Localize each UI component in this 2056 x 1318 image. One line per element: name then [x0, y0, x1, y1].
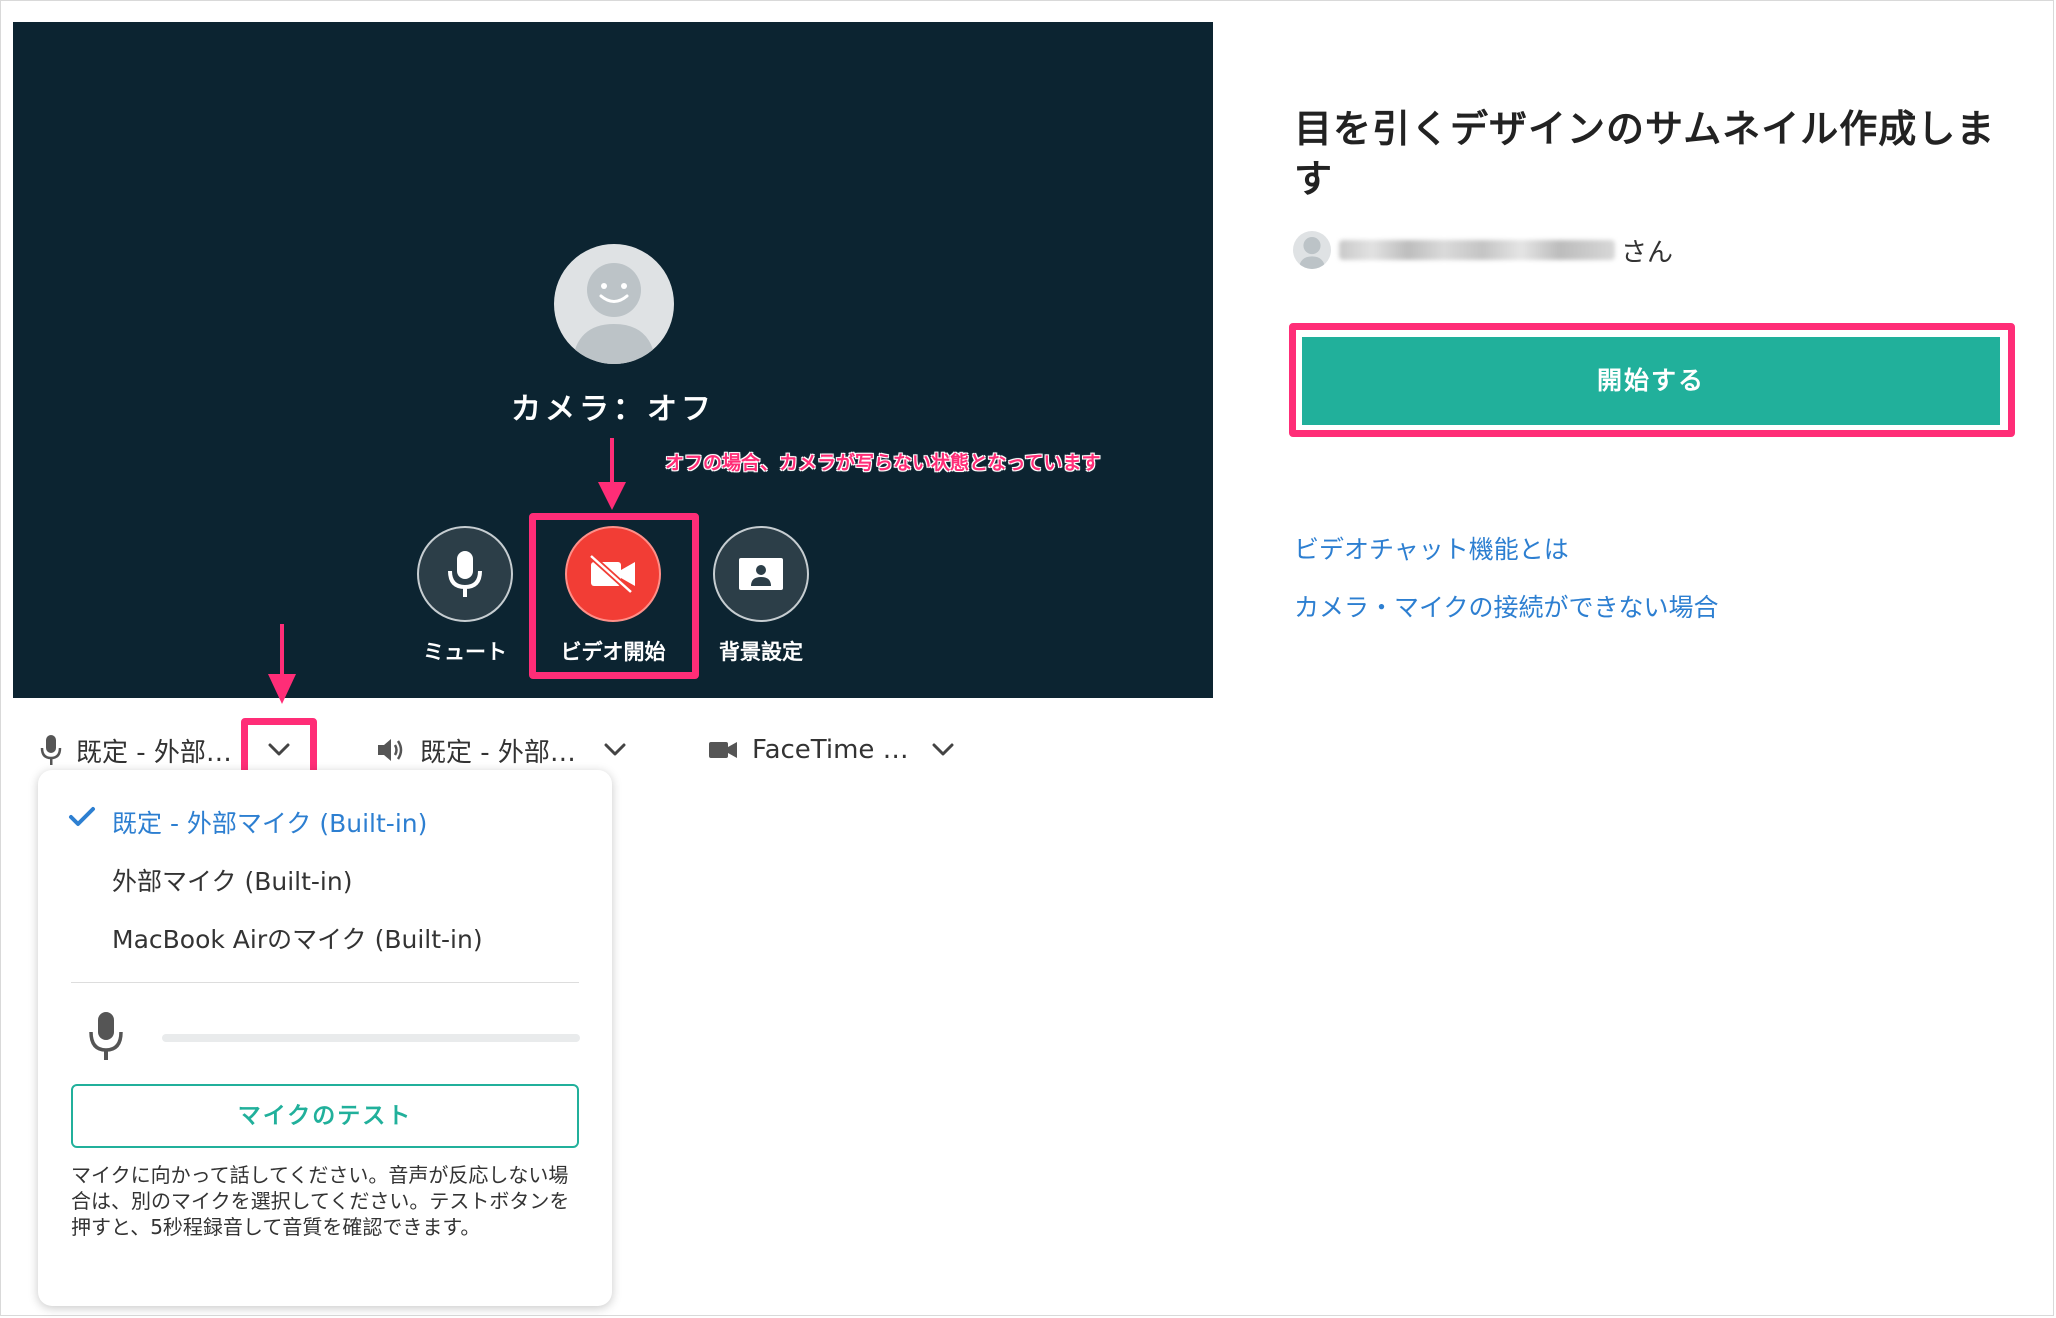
checkmark-icon [69, 807, 95, 826]
mic-test-button[interactable]: マイクのテスト [71, 1084, 579, 1148]
annotation-arrow-down [598, 438, 626, 510]
mute-label: ミュート [423, 640, 507, 664]
avatar-icon [572, 263, 656, 364]
camera-status: カメラ：オフ [511, 392, 715, 427]
mic-level-meter [162, 1034, 580, 1042]
speaker-icon [378, 739, 403, 761]
mic-dropdown-toggle[interactable] [264, 737, 294, 763]
background-settings-button[interactable] [713, 526, 809, 622]
background-settings-label: 背景設定 [719, 640, 803, 664]
chevron-down-icon [268, 743, 290, 756]
blurred-username [1339, 240, 1615, 260]
connection-trouble-link[interactable]: カメラ・マイクの接続ができない場合 [1294, 588, 1719, 624]
camera-dropdown-toggle[interactable] [928, 737, 958, 763]
mic-dropdown-menu: 既定 - 外部マイク (Built-in) 外部マイク (Built-in) M… [38, 770, 612, 1306]
camera-icon [709, 742, 737, 758]
mic-help-text: マイクに向かって話してください。音声が反応しない場合は、別のマイクを選択してくだ… [71, 1163, 570, 1239]
microphone-icon [40, 735, 62, 765]
microphone-icon [89, 1012, 123, 1060]
video-chat-help-link[interactable]: ビデオチャット機能とは [1294, 530, 1569, 566]
video-button-highlight [529, 513, 699, 679]
mic-option-default[interactable]: 既定 - 外部マイク (Built-in) [112, 804, 427, 840]
avatar [1293, 231, 1331, 269]
user-suffix: さん [1621, 237, 1674, 268]
divider [71, 982, 579, 983]
mic-device-label: 既定 - 外部… [76, 737, 232, 768]
mic-device-selector[interactable]: 既定 - 外部… [40, 732, 232, 768]
annotation-text: オフの場合、カメラが写らない状態となっています [665, 452, 1101, 474]
session-title: 目を引くデザインのサムネイル作成します [1294, 107, 1996, 201]
microphone-icon [448, 551, 482, 597]
avatar [554, 244, 674, 364]
mic-option-external[interactable]: 外部マイク (Built-in) [112, 862, 352, 898]
speaker-device-label: 既定 - 外部… [420, 737, 576, 768]
chevron-down-icon [932, 743, 954, 756]
mic-option-macbook[interactable]: MacBook Airのマイク (Built-in) [112, 920, 483, 956]
annotation-arrow-down [268, 624, 296, 704]
camera-device-label: FaceTime … [752, 735, 909, 765]
start-button[interactable]: 開始する [1302, 337, 2000, 425]
background-portrait-icon [739, 558, 783, 590]
mute-button[interactable] [417, 526, 513, 622]
chevron-down-icon [604, 743, 626, 756]
speaker-device-selector[interactable]: 既定 - 外部… [376, 732, 576, 768]
user-row: さん [1293, 230, 1673, 270]
camera-device-selector[interactable]: FaceTime … [708, 732, 909, 768]
avatar-icon [1298, 237, 1326, 269]
speaker-dropdown-toggle[interactable] [600, 737, 630, 763]
